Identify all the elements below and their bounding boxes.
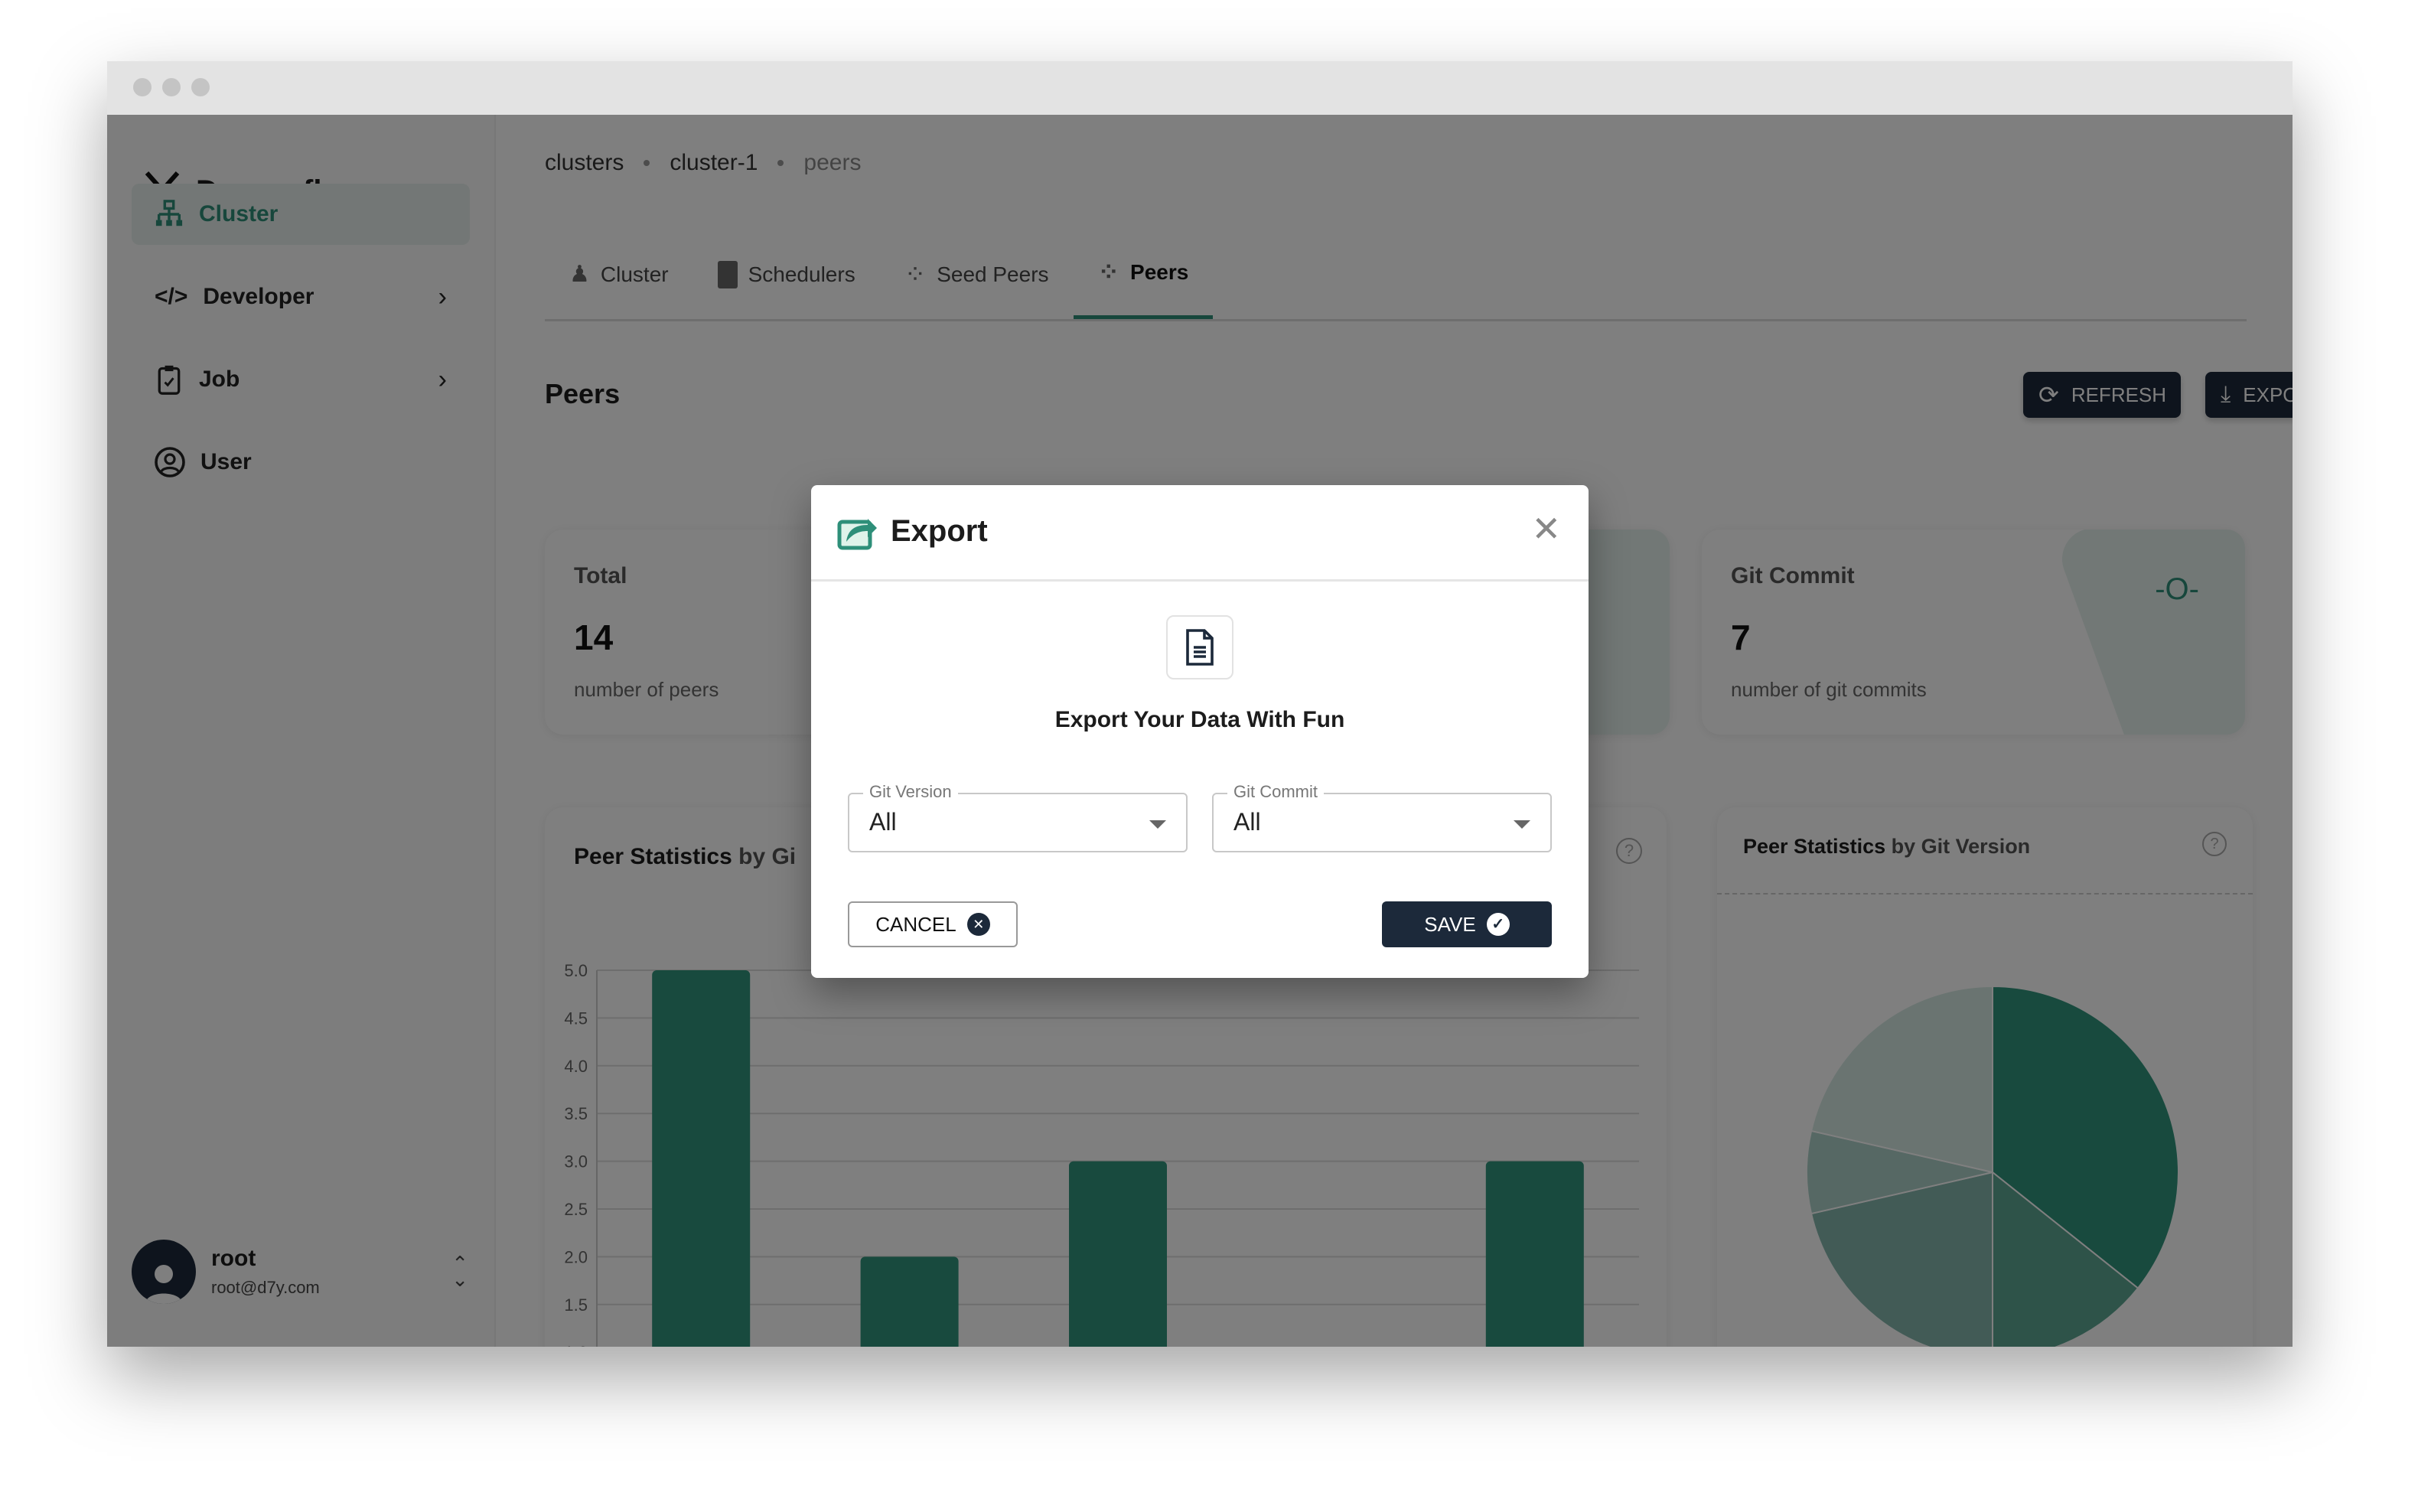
dialog-heading: Export Your Data With Fun [1054,707,1345,732]
git-version-select[interactable]: Git Version All [848,782,1188,852]
button-label: CANCEL [875,912,956,936]
field-label: Git Version [863,782,958,802]
title-bar [107,61,2293,115]
save-button[interactable]: SAVE ✓ [1382,901,1552,947]
close-icon[interactable]: ✕ [1531,508,1561,549]
dialog-header: Export ✕ [811,485,1589,582]
document-icon [1186,629,1214,666]
field-value: All [1233,808,1261,836]
window-maximize-dot[interactable] [191,78,210,96]
caret-down-icon [1149,820,1166,829]
cancel-circle-icon: ✕ [966,913,990,936]
export-dialog: Export ✕ Export Your Data With Fun Git V… [811,485,1589,978]
dialog-title: Export [891,514,988,548]
field-label: Git Commit [1227,782,1324,802]
field-value: All [869,808,897,836]
cancel-button[interactable]: CANCEL ✕ [848,901,1018,947]
button-label: SAVE [1424,912,1476,936]
document-icon-box [1166,615,1233,679]
caret-down-icon [1514,820,1530,829]
window-minimize-dot[interactable] [162,78,181,96]
check-circle-icon: ✓ [1486,913,1510,936]
git-commit-select[interactable]: Git Commit All [1212,782,1552,852]
window-close-dot[interactable] [133,78,152,96]
share-export-icon [837,519,877,550]
